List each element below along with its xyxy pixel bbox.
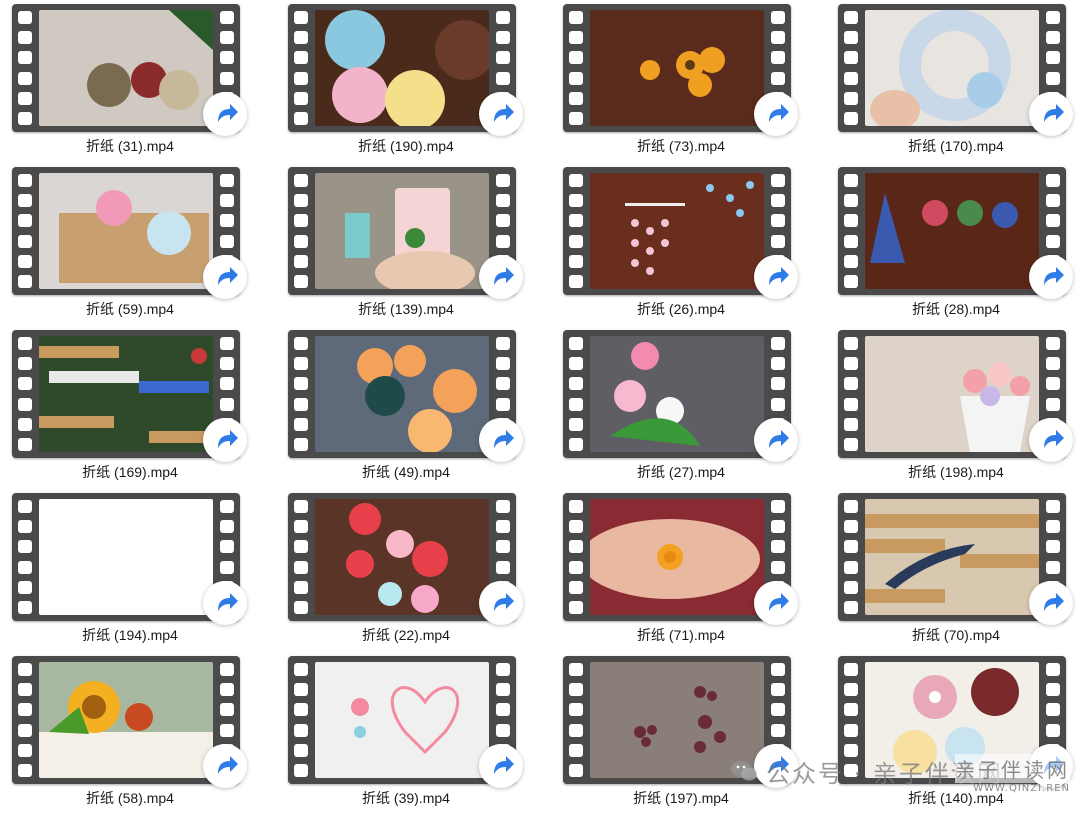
file-item[interactable]: 折纸 (73).mp4 xyxy=(551,0,811,160)
file-item[interactable]: 折纸 (39).mp4 xyxy=(276,652,536,812)
film-perforation xyxy=(838,493,864,621)
share-arrow-icon xyxy=(754,581,798,625)
share-arrow-icon xyxy=(479,418,523,462)
share-arrow-icon xyxy=(1029,418,1073,462)
share-arrow-icon xyxy=(479,744,523,788)
file-item[interactable]: 折纸 (28).mp4 xyxy=(826,163,1080,323)
thumbnail-frame xyxy=(39,336,213,452)
file-item[interactable]: 折纸 (194).mp4 xyxy=(0,489,260,649)
share-arrow-icon xyxy=(479,581,523,625)
file-grid: 折纸 (31).mp4 折纸 (190).mp4 折纸 (73).mp4 折纸 … xyxy=(0,0,1080,813)
share-arrow-icon xyxy=(203,255,247,299)
file-name[interactable]: 折纸 (39).mp4 xyxy=(276,788,536,808)
share-arrow-icon xyxy=(203,92,247,136)
thumbnail-frame xyxy=(315,499,489,615)
film-perforation xyxy=(563,493,589,621)
file-name[interactable]: 折纸 (170).mp4 xyxy=(826,136,1080,156)
share-arrow-icon xyxy=(754,418,798,462)
file-item[interactable]: 折纸 (170).mp4 xyxy=(826,0,1080,160)
file-name[interactable]: 折纸 (73).mp4 xyxy=(551,136,811,156)
film-perforation xyxy=(288,4,314,132)
file-item[interactable]: 折纸 (31).mp4 xyxy=(0,0,260,160)
file-name[interactable]: 折纸 (59).mp4 xyxy=(0,299,260,319)
share-arrow-icon xyxy=(479,255,523,299)
share-arrow-icon xyxy=(479,92,523,136)
thumbnail-frame xyxy=(315,336,489,452)
file-item[interactable]: 折纸 (190).mp4 xyxy=(276,0,536,160)
film-perforation xyxy=(563,4,589,132)
share-arrow-icon xyxy=(203,581,247,625)
thumbnail-frame xyxy=(39,499,213,615)
file-item[interactable]: 折纸 (70).mp4 xyxy=(826,489,1080,649)
film-perforation xyxy=(12,167,38,295)
film-perforation xyxy=(12,656,38,784)
file-name[interactable]: 折纸 (22).mp4 xyxy=(276,625,536,645)
share-arrow-icon xyxy=(1029,92,1073,136)
thumbnail-frame xyxy=(39,10,213,126)
file-name[interactable]: 折纸 (58).mp4 xyxy=(0,788,260,808)
file-name[interactable]: 折纸 (26).mp4 xyxy=(551,299,811,319)
thumbnail-frame xyxy=(590,336,764,452)
thumbnail-frame xyxy=(39,173,213,289)
film-perforation xyxy=(288,330,314,458)
thumbnail-frame xyxy=(315,173,489,289)
file-name[interactable]: 折纸 (194).mp4 xyxy=(0,625,260,645)
film-perforation xyxy=(12,4,38,132)
thumbnail-frame xyxy=(39,662,213,778)
file-item[interactable]: 折纸 (71).mp4 xyxy=(551,489,811,649)
file-item[interactable]: 折纸 (59).mp4 xyxy=(0,163,260,323)
thumbnail-frame xyxy=(590,499,764,615)
film-perforation xyxy=(838,4,864,132)
film-perforation xyxy=(838,330,864,458)
thumbnail-frame xyxy=(865,336,1039,452)
thumbnail-frame xyxy=(865,499,1039,615)
file-item[interactable]: 折纸 (49).mp4 xyxy=(276,326,536,486)
file-name[interactable]: 折纸 (169).mp4 xyxy=(0,462,260,482)
file-item[interactable]: 折纸 (198).mp4 xyxy=(826,326,1080,486)
file-item[interactable]: 折纸 (139).mp4 xyxy=(276,163,536,323)
thumbnail-frame xyxy=(865,10,1039,126)
film-perforation xyxy=(838,167,864,295)
file-item[interactable]: 折纸 (27).mp4 xyxy=(551,326,811,486)
wechat-icon xyxy=(731,761,757,781)
film-perforation xyxy=(563,656,589,784)
file-item[interactable]: 折纸 (169).mp4 xyxy=(0,326,260,486)
film-perforation xyxy=(563,167,589,295)
film-perforation xyxy=(563,330,589,458)
thumbnail-frame xyxy=(315,10,489,126)
film-perforation xyxy=(12,493,38,621)
file-name[interactable]: 折纸 (190).mp4 xyxy=(276,136,536,156)
site-watermark: 亲子伴读网 WWW.QINZI.REN xyxy=(955,754,1070,794)
file-name[interactable]: 折纸 (28).mp4 xyxy=(826,299,1080,319)
film-perforation xyxy=(288,656,314,784)
film-perforation xyxy=(12,330,38,458)
share-arrow-icon xyxy=(203,418,247,462)
file-item[interactable]: 折纸 (58).mp4 xyxy=(0,652,260,812)
file-name[interactable]: 折纸 (197).mp4 xyxy=(551,788,811,808)
file-name[interactable]: 折纸 (49).mp4 xyxy=(276,462,536,482)
file-name[interactable]: 折纸 (27).mp4 xyxy=(551,462,811,482)
share-arrow-icon xyxy=(1029,581,1073,625)
share-arrow-icon xyxy=(754,92,798,136)
thumbnail-frame xyxy=(865,173,1039,289)
share-arrow-icon xyxy=(1029,255,1073,299)
site-name: 亲子伴读网 xyxy=(955,754,1070,783)
file-name[interactable]: 折纸 (71).mp4 xyxy=(551,625,811,645)
thumbnail-frame xyxy=(590,10,764,126)
file-name[interactable]: 折纸 (139).mp4 xyxy=(276,299,536,319)
file-name[interactable]: 折纸 (70).mp4 xyxy=(826,625,1080,645)
site-url: WWW.QINZI.REN xyxy=(973,783,1070,794)
thumbnail-frame xyxy=(590,173,764,289)
file-item[interactable]: 折纸 (26).mp4 xyxy=(551,163,811,323)
thumbnail-frame xyxy=(315,662,489,778)
film-perforation xyxy=(288,493,314,621)
share-arrow-icon xyxy=(754,255,798,299)
file-name[interactable]: 折纸 (198).mp4 xyxy=(826,462,1080,482)
file-item[interactable]: 折纸 (22).mp4 xyxy=(276,489,536,649)
file-name[interactable]: 折纸 (31).mp4 xyxy=(0,136,260,156)
share-arrow-icon xyxy=(203,744,247,788)
film-perforation xyxy=(288,167,314,295)
